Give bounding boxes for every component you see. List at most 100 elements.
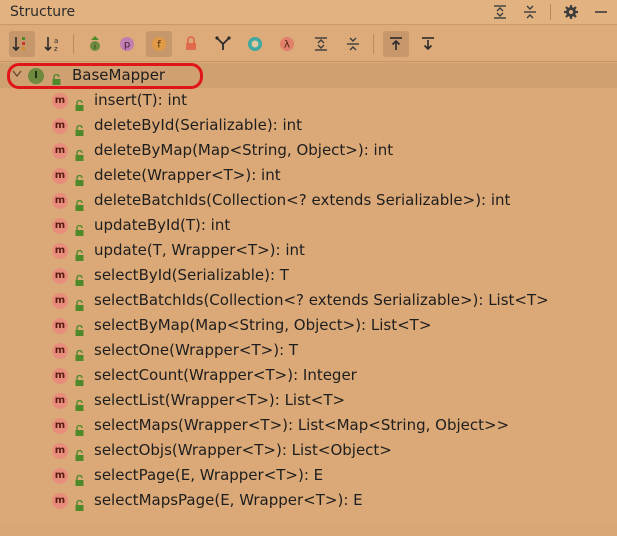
method-row[interactable]: m deleteByMap(Map<String, Object>): int	[0, 138, 617, 163]
method-label: selectOne(Wrapper<T>): T	[94, 341, 299, 359]
public-lock-icon	[75, 346, 84, 361]
sort-by-visibility-icon[interactable]	[9, 31, 35, 57]
public-lock-icon	[75, 446, 84, 461]
method-icon: m	[52, 318, 68, 334]
svg-text:z: z	[54, 45, 58, 53]
show-inherited-icon[interactable]: i	[82, 31, 108, 57]
method-row[interactable]: m selectMaps(Wrapper<T>): List<Map<String…	[0, 413, 617, 438]
method-label: selectList(Wrapper<T>): List<T>	[94, 391, 346, 409]
structure-tree: I BaseMapper m insert(T): int m deleteById(…	[0, 63, 617, 523]
method-label: selectMapsPage(E, Wrapper<T>): E	[94, 491, 363, 509]
method-icon: m	[52, 468, 68, 484]
collapse-all-icon[interactable]	[520, 2, 540, 22]
method-row[interactable]: m selectList(Wrapper<T>): List<T>	[0, 388, 617, 413]
method-label: deleteById(Serializable): int	[94, 116, 303, 134]
show-lambdas-filter-icon[interactable]	[210, 31, 236, 57]
method-icon: m	[52, 293, 68, 309]
method-icon: m	[52, 193, 68, 209]
method-icon: m	[52, 168, 68, 184]
structure-panel: Structure az i p f λ I BaseMapper m inse…	[0, 0, 617, 536]
show-non-public-icon[interactable]	[178, 31, 204, 57]
svg-text:f: f	[157, 40, 161, 51]
method-row[interactable]: m selectPage(E, Wrapper<T>): E	[0, 463, 617, 488]
title-separator	[550, 4, 551, 20]
method-label: selectCount(Wrapper<T>): Integer	[94, 366, 357, 384]
method-row[interactable]: m selectById(Serializable): T	[0, 263, 617, 288]
show-fields-icon[interactable]: f	[146, 31, 172, 57]
gear-icon[interactable]	[561, 2, 581, 22]
expand-all-icon[interactable]	[490, 2, 510, 22]
highlight-ring	[7, 63, 203, 89]
method-icon: m	[52, 418, 68, 434]
public-lock-icon	[75, 171, 84, 186]
title-actions	[490, 2, 611, 22]
method-row[interactable]: m selectByMap(Map<String, Object>): List<…	[0, 313, 617, 338]
method-row[interactable]: m updateById(T): int	[0, 213, 617, 238]
autoscroll-from-source-icon[interactable]	[415, 31, 441, 57]
svg-text:a: a	[54, 37, 58, 45]
method-row[interactable]: m selectObjs(Wrapper<T>): List<Object>	[0, 438, 617, 463]
method-label: selectByMap(Map<String, Object>): List<T…	[94, 316, 432, 334]
method-row[interactable]: m deleteBatchIds(Collection<? extends Ser…	[0, 188, 617, 213]
sort-alphabetically-icon[interactable]: az	[41, 31, 67, 57]
method-icon: m	[52, 243, 68, 259]
expand-all-toolbar-icon[interactable]	[308, 31, 334, 57]
autoscroll-to-source-icon[interactable]	[383, 31, 409, 57]
collapse-all-toolbar-icon[interactable]	[340, 31, 366, 57]
method-label: updateById(T): int	[94, 216, 231, 234]
panel-title: Structure	[10, 4, 76, 20]
svg-text:i: i	[94, 43, 96, 51]
svg-text:λ: λ	[284, 40, 290, 51]
public-lock-icon	[75, 121, 84, 136]
method-row[interactable]: m deleteById(Serializable): int	[0, 113, 617, 138]
method-icon: m	[52, 368, 68, 384]
title-bar: Structure	[0, 0, 617, 25]
toolbar-separator	[73, 34, 74, 54]
method-row[interactable]: m update(T, Wrapper<T>): int	[0, 238, 617, 263]
method-label: deleteByMap(Map<String, Object>): int	[94, 141, 394, 159]
public-lock-icon	[75, 296, 84, 311]
method-row[interactable]: m selectMapsPage(E, Wrapper<T>): E	[0, 488, 617, 513]
structure-toolbar: az i p f λ	[0, 26, 617, 62]
anonymous-classes-icon[interactable]	[242, 31, 268, 57]
method-row[interactable]: m delete(Wrapper<T>): int	[0, 163, 617, 188]
public-lock-icon	[75, 396, 84, 411]
method-row[interactable]: m selectCount(Wrapper<T>): Integer	[0, 363, 617, 388]
method-icon: m	[52, 143, 68, 159]
method-icon: m	[52, 393, 68, 409]
method-label: selectMaps(Wrapper<T>): List<Map<String,…	[94, 416, 510, 434]
method-icon: m	[52, 343, 68, 359]
method-icon: m	[52, 218, 68, 234]
svg-text:p: p	[124, 40, 130, 51]
public-lock-icon	[75, 196, 84, 211]
show-properties-icon[interactable]: p	[114, 31, 140, 57]
method-label: selectBatchIds(Collection<? extends Seri…	[94, 291, 549, 309]
panel-bottom	[0, 523, 617, 536]
public-lock-icon	[75, 271, 84, 286]
method-label: insert(T): int	[94, 91, 188, 109]
method-label: selectObjs(Wrapper<T>): List<Object>	[94, 441, 392, 459]
public-lock-icon	[75, 421, 84, 436]
public-lock-icon	[75, 371, 84, 386]
method-label: selectPage(E, Wrapper<T>): E	[94, 466, 324, 484]
method-row[interactable]: m selectOne(Wrapper<T>): T	[0, 338, 617, 363]
method-label: deleteBatchIds(Collection<? extends Seri…	[94, 191, 511, 209]
method-label: update(T, Wrapper<T>): int	[94, 241, 305, 259]
method-icon: m	[52, 93, 68, 109]
method-icon: m	[52, 118, 68, 134]
public-lock-icon	[75, 471, 84, 486]
public-lock-icon	[75, 221, 84, 236]
public-lock-icon	[75, 146, 84, 161]
method-row[interactable]: m selectBatchIds(Collection<? extends Ser…	[0, 288, 617, 313]
public-lock-icon	[75, 246, 84, 261]
toolbar-separator-2	[373, 34, 374, 54]
method-label: delete(Wrapper<T>): int	[94, 166, 281, 184]
public-lock-icon	[75, 321, 84, 336]
method-icon: m	[52, 443, 68, 459]
public-lock-icon	[75, 96, 84, 111]
tree-root-row[interactable]: I BaseMapper	[0, 63, 617, 89]
lambda-icon[interactable]: λ	[274, 31, 300, 57]
method-icon: m	[52, 493, 68, 509]
method-row[interactable]: m insert(T): int	[0, 88, 617, 113]
minimize-icon[interactable]	[591, 2, 611, 22]
